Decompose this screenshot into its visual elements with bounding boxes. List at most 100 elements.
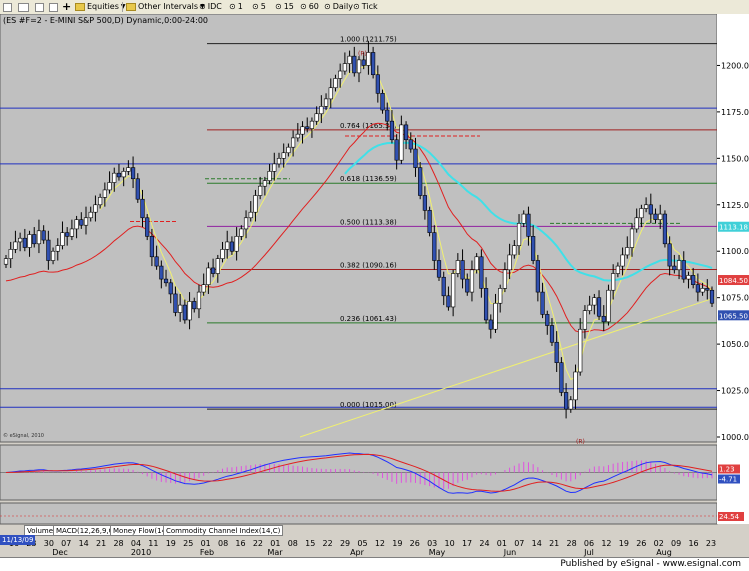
candle-body (606, 289, 611, 323)
candle-body (436, 260, 442, 278)
chart-area[interactable]: 1.000 (1211.75)0.764 (1165.32)0.618 (113… (0, 14, 749, 525)
candle-body (328, 87, 333, 100)
candle-body (507, 254, 512, 271)
folder-icon (75, 3, 85, 11)
candle-body (578, 328, 583, 373)
candle-body (323, 98, 329, 107)
crosshair-button[interactable]: + (62, 0, 71, 14)
x-tick-label: 08 (218, 539, 229, 548)
symbol-box[interactable] (3, 0, 12, 14)
candle-body (154, 256, 159, 267)
candle-body (347, 55, 352, 64)
refresh-icon: ⊙ (324, 2, 331, 11)
interval-tick[interactable]: ⊙ Tick (353, 0, 378, 14)
refresh-icon: ⊙ (275, 2, 282, 11)
candle-body (168, 282, 173, 295)
candle-body (596, 297, 602, 317)
candle-body (300, 126, 305, 135)
x-tick-label: 26 (409, 539, 420, 548)
candle (145, 214, 150, 241)
candle-body (639, 208, 644, 219)
x-month-label: Jul (584, 548, 594, 557)
x-tick-label: 29 (339, 539, 351, 548)
y-tick-label: 1025.00 (721, 387, 749, 396)
candle-body (305, 126, 310, 129)
candle-body (333, 78, 338, 89)
other-intervals-menu[interactable]: Other Intervals ▼ (126, 0, 205, 14)
x-month-label: Aug (656, 548, 672, 557)
candle-body (187, 301, 192, 321)
x-tick-label: 24 (479, 539, 490, 548)
candle-body (705, 288, 710, 291)
candle-body (356, 59, 362, 74)
candle-body (563, 392, 569, 410)
axis-background (717, 14, 749, 524)
candle-body (371, 52, 376, 76)
candle-body (13, 241, 18, 250)
x-tick-label: 25 (183, 539, 194, 548)
interval-15[interactable]: ⊙ 15 (275, 0, 294, 14)
chain-icon (18, 2, 29, 12)
candle-body (22, 237, 27, 248)
candle-body (229, 241, 235, 252)
tab-cci[interactable]: Commodity Channel Index(14,C) (163, 525, 284, 536)
zoom-icon[interactable] (35, 0, 44, 14)
candle-body (394, 139, 399, 161)
interval-60[interactable]: ⊙ 60 (300, 0, 319, 14)
x-month-label: Dec (52, 548, 68, 557)
folder-icon (126, 3, 136, 11)
candle-body (83, 217, 89, 226)
interval-5[interactable]: ⊙ 5 (252, 0, 266, 14)
x-tick-label: 12 (601, 539, 612, 548)
y-tick-label: 1200.00 (721, 61, 749, 70)
interval-1[interactable]: ⊙ 1 (229, 0, 243, 14)
candle-body (215, 258, 220, 274)
candle-body (319, 106, 324, 115)
price-marker-label: 1084.50 (719, 277, 748, 285)
refresh-icon: ⊙ (252, 2, 259, 11)
candle-body (545, 314, 550, 326)
fib-label: 0.500 (1113.38) (340, 218, 397, 226)
interval-daily[interactable]: ⊙ Daily (324, 0, 353, 14)
candle-body (427, 210, 432, 233)
x-month-label: Apr (350, 548, 364, 557)
link-icon[interactable] (18, 0, 29, 14)
candle-body (314, 113, 319, 122)
indicator-marker-label: 24.54 (719, 513, 740, 521)
y-tick-label: 1150.00 (721, 154, 749, 163)
candle-body (658, 213, 663, 220)
candle-body (253, 195, 258, 213)
candle-body (3, 258, 9, 265)
candle-body (159, 265, 164, 280)
candle-body (65, 232, 70, 237)
candle-body (98, 197, 103, 206)
macd-marker-label: -4.71 (719, 476, 737, 484)
candle-body (691, 275, 696, 285)
candle-body (535, 260, 540, 293)
candle-body (8, 249, 13, 259)
candle-body (385, 109, 390, 122)
interval-idc[interactable]: ⊙ IDC (199, 0, 222, 14)
x-tick-label: 19 (165, 539, 176, 548)
y-tick-label: 1125.00 (721, 201, 749, 210)
y-tick-label: 1100.00 (721, 247, 749, 256)
candle-body (582, 310, 588, 330)
price-marker: 1084.50 (718, 275, 749, 286)
x-tick-label: 14 (531, 539, 542, 548)
equities-menu[interactable]: Equities ▼ (75, 0, 126, 14)
save-icon[interactable] (49, 0, 58, 14)
candle-body (667, 243, 672, 267)
candle-body (338, 70, 343, 79)
candle-body (295, 133, 300, 139)
candle-body (516, 223, 522, 246)
candle-body (686, 275, 691, 280)
price-marker-label: 1065.50 (719, 312, 748, 320)
candle-body (286, 146, 291, 154)
symbol-icon (3, 2, 12, 12)
status-bar: Published by eSignal - www.esignal.com (0, 557, 749, 571)
candle-body (611, 273, 616, 291)
date-axis: 16 23 30 07 14 21 28 04 11 19 25 01 08 16 22 01 08 15 22 29… (0, 537, 749, 557)
candle-body (27, 234, 32, 248)
candle-body (460, 260, 465, 280)
candle-body (455, 260, 460, 274)
